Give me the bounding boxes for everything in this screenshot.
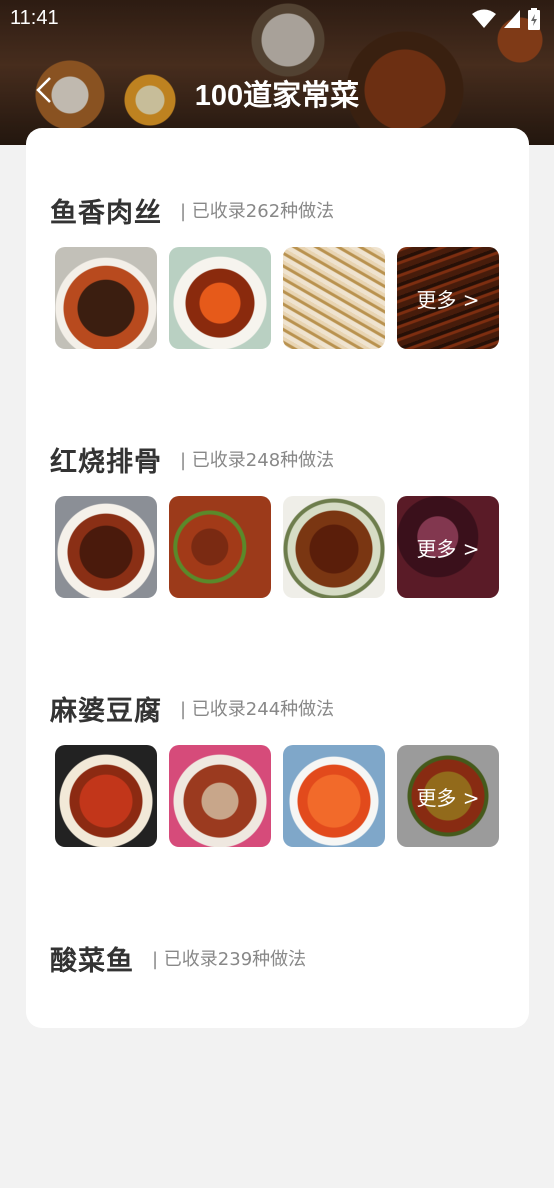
dish-section-mapo: 麻婆豆腐 | 已收录244种做法 更多 > [26,688,529,938]
recipe-count: | 已收录262种做法 [180,201,335,222]
section-header[interactable]: 麻婆豆腐 | 已收录244种做法 [50,688,334,728]
recipe-thumbnail[interactable] [169,247,271,349]
status-bar: 11:41 [0,0,554,38]
recipe-count: | 已收录244种做法 [180,699,335,720]
more-label: 更多 > [397,247,499,349]
status-time: 11:41 [10,7,59,29]
section-header[interactable]: 酸菜鱼 | 已收录239种做法 [50,938,306,978]
recipe-thumbnails: 更多 > [55,745,499,847]
recipe-thumbnail[interactable] [169,745,271,847]
recipe-thumbnails: 更多 > [55,247,499,349]
dish-section-suancai: 酸菜鱼 | 已收录239种做法 [26,938,529,1188]
recipe-thumbnail[interactable] [169,496,271,598]
nav-bar: 100道家常菜 [0,60,554,120]
recipe-thumbnail[interactable] [55,247,157,349]
recipe-thumbnails: 更多 > [55,496,499,598]
battery-icon [528,8,540,30]
recipe-thumbnail[interactable] [283,247,385,349]
wifi-icon [472,9,496,28]
more-recipes-button[interactable]: 更多 > [397,745,499,847]
more-label: 更多 > [397,745,499,847]
recipe-thumbnail[interactable] [55,745,157,847]
more-recipes-button[interactable]: 更多 > [397,496,499,598]
signal-icon [504,10,520,28]
dish-title: 红烧排骨 [50,446,162,478]
more-recipes-button[interactable]: 更多 > [397,247,499,349]
dish-section-hongshao: 红烧排骨 | 已收录248种做法 更多 > [26,439,529,689]
recipe-thumbnail[interactable] [283,745,385,847]
section-header[interactable]: 红烧排骨 | 已收录248种做法 [50,439,334,479]
page-title: 100道家常菜 [194,80,360,112]
dish-title: 酸菜鱼 [50,945,134,977]
dish-list-card: 鱼香肉丝 | 已收录262种做法 更多 > 红烧排骨 | 已收录248种做法 更… [26,128,529,1028]
recipe-count: | 已收录239种做法 [152,949,307,970]
recipe-thumbnail[interactable] [283,496,385,598]
more-label: 更多 > [397,496,499,598]
status-icons [472,8,540,30]
section-header[interactable]: 鱼香肉丝 | 已收录262种做法 [50,190,334,230]
dish-title: 麻婆豆腐 [50,695,162,727]
recipe-count: | 已收录248种做法 [180,450,335,471]
dish-section-yuxiang: 鱼香肉丝 | 已收录262种做法 更多 > [26,190,529,440]
recipe-thumbnail[interactable] [55,496,157,598]
dish-title: 鱼香肉丝 [50,197,162,229]
